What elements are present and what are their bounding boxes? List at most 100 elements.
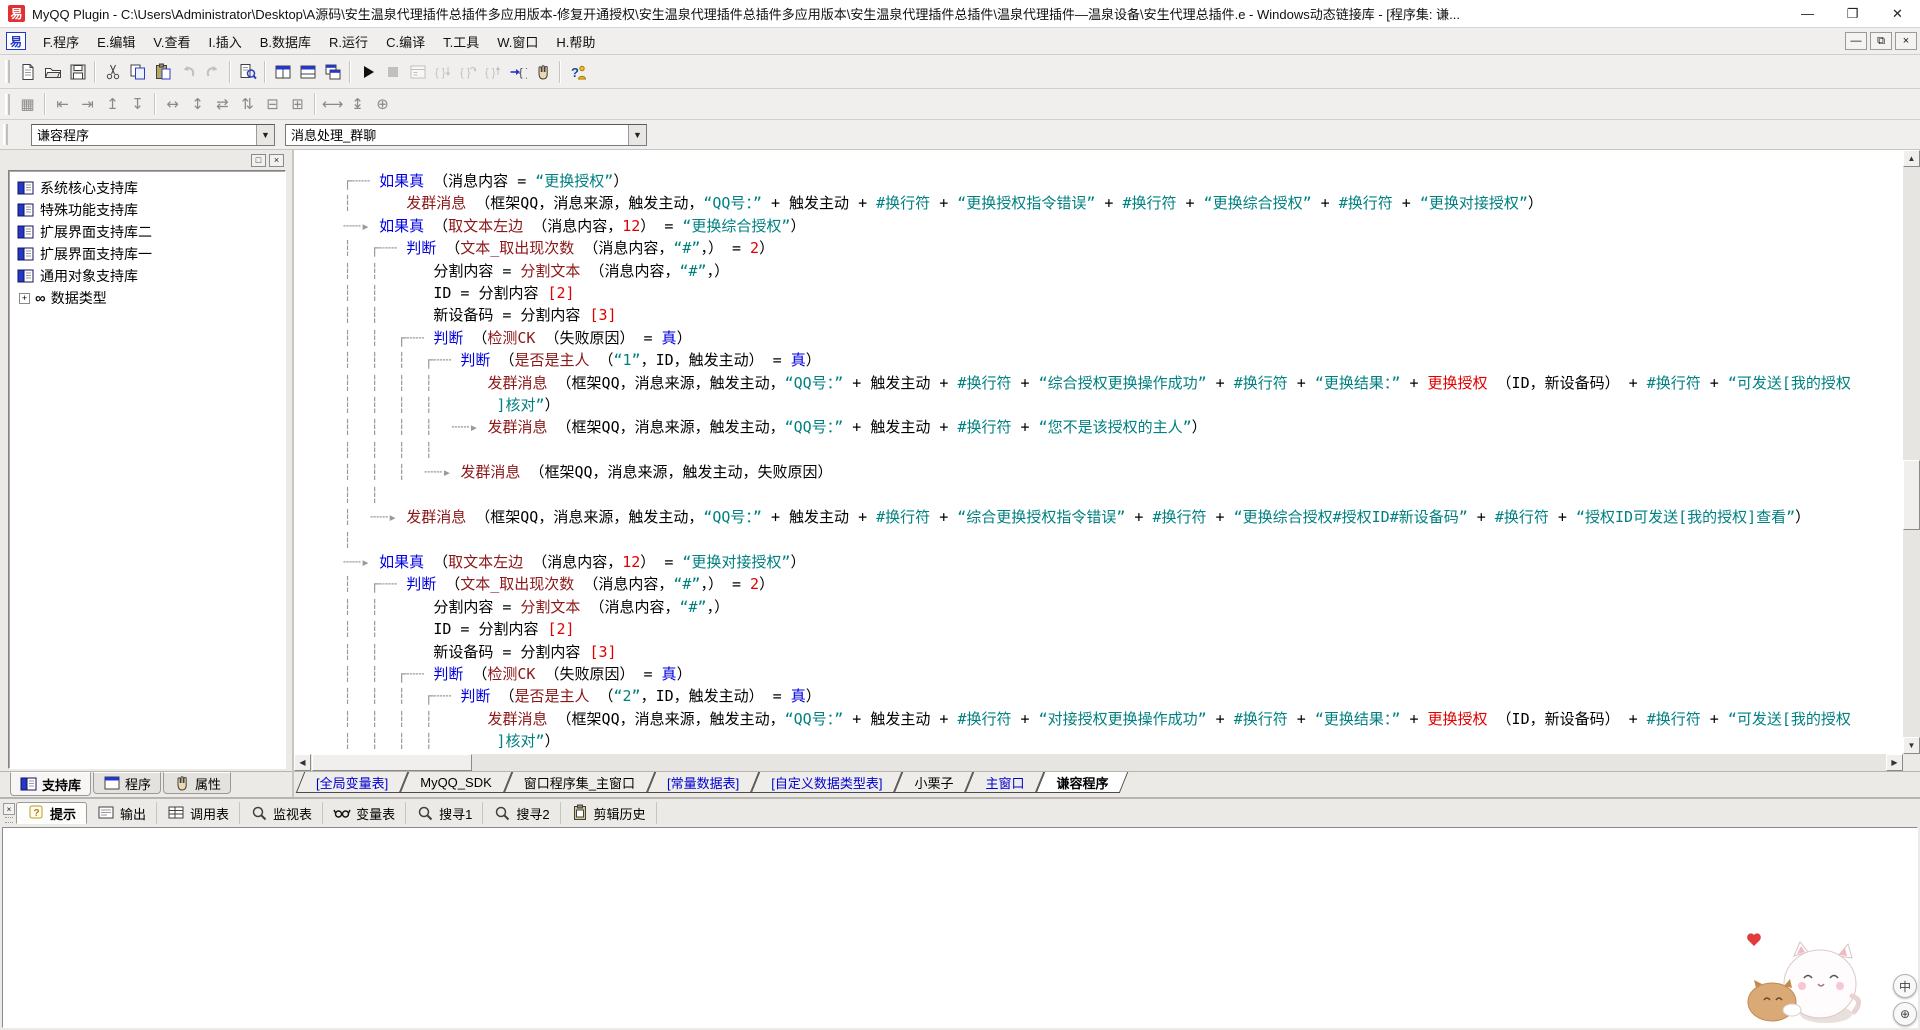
stop-button[interactable]	[380, 59, 405, 84]
chevron-down-icon[interactable]: ▼	[256, 125, 274, 145]
code-line[interactable]: ┆ ┌┄┄ 判断 （文本_取出现次数 （消息内容，“#”，） = 2）	[343, 237, 1903, 259]
tree-item-support-library[interactable]: 扩展界面支持库一	[11, 243, 283, 265]
toolbar-grip[interactable]	[3, 124, 8, 144]
window-split-vertical-button[interactable]	[270, 59, 295, 84]
help-wizard-button[interactable]: ?	[565, 59, 590, 84]
save-button[interactable]	[65, 59, 90, 84]
scroll-left-button[interactable]: ◀	[294, 754, 311, 771]
code-line[interactable]: ┆	[343, 529, 1903, 551]
menu-item-h[interactable]: H.帮助	[547, 28, 604, 55]
mdi-document-icon[interactable]: 易	[6, 32, 26, 50]
align-left-button[interactable]: ⇤	[50, 92, 75, 117]
output-panel-close-button[interactable]: ×	[3, 803, 15, 815]
toolbar-grip[interactable]	[5, 94, 10, 115]
panel-float-button[interactable]: □	[251, 154, 266, 167]
mdi-close-button[interactable]: ×	[1895, 32, 1917, 50]
space-across-button[interactable]: ⇄	[210, 92, 235, 117]
center-horizontal-button[interactable]: ↔	[160, 92, 185, 117]
align-right-button[interactable]: ⇥	[75, 92, 100, 117]
file-tab-常量数据表[interactable]: [常量数据表]	[651, 772, 755, 793]
fit-width-button[interactable]: ⟷	[320, 92, 345, 117]
vertical-scroll-thumb[interactable]	[1903, 460, 1920, 530]
floating-widget-menu[interactable]: ⊕	[1893, 1002, 1917, 1026]
menu-item-v[interactable]: V.查看	[144, 28, 199, 55]
support-library-tree[interactable]: 系统核心支持库特殊功能支持库扩展界面支持库二扩展界面支持库一通用对象支持库+∞数…	[8, 170, 286, 769]
code-line[interactable]: ┆ ┆ ID = 分割内容 [2]	[343, 282, 1903, 304]
code-line[interactable]: ┆ ┆ ┆ ┆ ┄┄▸ 发群消息 （框架QQ，消息来源，触发主动，“QQ号：” …	[343, 416, 1903, 438]
code-line[interactable]: ┆ 发群消息 （框架QQ，消息来源，触发主动，“QQ号：” + 触发主动 + #…	[343, 192, 1903, 214]
output-tab-调用表[interactable]: 调用表	[157, 802, 240, 824]
pause-hand-button[interactable]	[530, 59, 555, 84]
output-content-area[interactable]	[2, 827, 1918, 1028]
tree-item-data-types[interactable]: +∞数据类型	[11, 287, 283, 309]
mdi-minimize-button[interactable]: —	[1845, 32, 1867, 50]
code-line[interactable]: ┆ ┆ 新设备码 = 分割内容 [3]	[343, 304, 1903, 326]
code-line[interactable]: ┆ ┆ ┆ ┌┄┄ 判断 （是否是主人 （“1”，ID，触发主动） = 真）	[343, 349, 1903, 371]
menu-item-i[interactable]: I.插入	[200, 28, 251, 55]
file-tab-MyQQ_SDK[interactable]: MyQQ_SDK	[404, 772, 508, 793]
output-tab-提示[interactable]: ?提示	[16, 802, 87, 824]
mdi-restore-button[interactable]: ⧉	[1870, 32, 1892, 50]
close-button[interactable]: ✕	[1875, 0, 1920, 27]
code-line[interactable]: ┆ ┆ ┆ ┆ ]核对”）	[343, 730, 1903, 752]
menu-item-c[interactable]: C.编译	[377, 28, 434, 55]
code-line[interactable]: ┆ ┆ ┌┄┄ 判断 （检测CK （失败原因） = 真）	[343, 663, 1903, 685]
center-vertical-button[interactable]: ↕	[185, 92, 210, 117]
code-line[interactable]: ┆ ┆ ID = 分割内容 [2]	[343, 618, 1903, 640]
menu-item-f[interactable]: F.程序	[34, 28, 88, 55]
step-out-button[interactable]: { }	[480, 59, 505, 84]
chevron-down-icon[interactable]: ▼	[628, 125, 646, 145]
horizontal-scrollbar[interactable]: ◀ ▶	[294, 754, 1903, 771]
redo-button[interactable]	[200, 59, 225, 84]
fit-height-button[interactable]: ↨	[345, 92, 370, 117]
code-editor[interactable]: ┌┄┄ 如果真 （消息内容 = “更换授权”）┆ 发群消息 （框架QQ，消息来源…	[294, 150, 1903, 754]
code-line[interactable]: ┆ ┆ ┆ ┆ 发群消息 （框架QQ，消息来源，触发主动，“QQ号：” + 触发…	[343, 372, 1903, 394]
form-grid-button[interactable]: ▦	[15, 92, 40, 117]
panel-grip[interactable]	[5, 817, 13, 823]
panel-close-button[interactable]: ×	[269, 154, 284, 167]
code-line[interactable]: ┆ ┆ ┆ ┆	[343, 439, 1903, 461]
step-into-button[interactable]: { }	[430, 59, 455, 84]
maximize-button[interactable]: ❐	[1830, 0, 1875, 27]
output-tab-搜寻1[interactable]: 搜寻1	[406, 802, 483, 824]
output-tab-变量表[interactable]: 变量表	[323, 802, 406, 824]
code-line[interactable]: ┆ ┆ ┆ ┌┄┄ 判断 （是否是主人 （“2”，ID，触发主动） = 真）	[343, 685, 1903, 707]
code-line[interactable]: ┆ ┄┄▸ 发群消息 （框架QQ，消息来源，触发主动，“QQ号：” + 触发主动…	[343, 506, 1903, 528]
open-button[interactable]	[40, 59, 65, 84]
horizontal-scroll-thumb[interactable]	[312, 754, 472, 771]
program-combobox[interactable]: 谦容程序 ▼	[31, 124, 275, 146]
code-line[interactable]: ┆ ┆ ┆ ┆ 发群消息 （框架QQ，消息来源，触发主动，“QQ号：” + 触发…	[343, 708, 1903, 730]
step-over-button[interactable]: { }	[455, 59, 480, 84]
output-tab-监视表[interactable]: 监视表	[240, 802, 323, 824]
file-tab-谦容程序[interactable]: 谦容程序	[1040, 772, 1124, 793]
file-tab-小栗子[interactable]: 小栗子	[898, 772, 969, 793]
vertical-scrollbar[interactable]: ▲ ▼	[1903, 150, 1920, 754]
scroll-right-button[interactable]: ▶	[1886, 754, 1903, 771]
same-height-button[interactable]: ⊞	[285, 92, 310, 117]
align-top-button[interactable]: ↥	[100, 92, 125, 117]
file-tab-窗口程序集_主窗口[interactable]: 窗口程序集_主窗口	[508, 772, 651, 793]
run-button[interactable]	[355, 59, 380, 84]
align-bottom-button[interactable]: ↧	[125, 92, 150, 117]
code-line[interactable]: ┆ ┆ 分割内容 = 分割文本 （消息内容，“#”，）	[343, 596, 1903, 618]
run-to-cursor-button[interactable]: { }	[505, 59, 530, 84]
window-cascade-button[interactable]	[320, 59, 345, 84]
menu-item-e[interactable]: E.编辑	[88, 28, 144, 55]
code-line[interactable]: ┆ ┆ ┆ ┄┄▸ 发群消息 （框架QQ，消息来源，触发主动，失败原因）	[343, 461, 1903, 483]
output-tab-剪辑历史[interactable]: 剪辑历史	[561, 802, 657, 824]
file-tab-主窗口[interactable]: 主窗口	[969, 772, 1040, 793]
space-down-button[interactable]: ⇅	[235, 92, 260, 117]
output-tab-输出[interactable]: 输出	[87, 802, 157, 824]
code-line[interactable]: ┆ ┆ ┌┄┄ 判断 （检测CK （失败原因） = 真）	[343, 327, 1903, 349]
tree-expand-icon[interactable]: +	[19, 293, 30, 304]
code-line[interactable]: ┄┄▸ 如果真 （取文本左边 （消息内容，12） = “更换对接授权”）	[343, 551, 1903, 573]
new-file-button[interactable]	[15, 59, 40, 84]
toolbar-grip[interactable]	[5, 60, 10, 83]
file-tab-全局变量表[interactable]: [全局变量表]	[300, 772, 404, 793]
tree-item-support-library[interactable]: 系统核心支持库	[11, 177, 283, 199]
code-line[interactable]: ┆ ┆ ┆ ┆ ]核对”）	[343, 394, 1903, 416]
output-tab-搜寻2[interactable]: 搜寻2	[483, 802, 560, 824]
routine-combobox[interactable]: 消息处理_群聊 ▼	[285, 124, 647, 146]
panel-tab-程序[interactable]: 程序	[93, 772, 161, 794]
code-line[interactable]: ┌┄┄ 如果真 （消息内容 = “更换授权”）	[343, 170, 1903, 192]
